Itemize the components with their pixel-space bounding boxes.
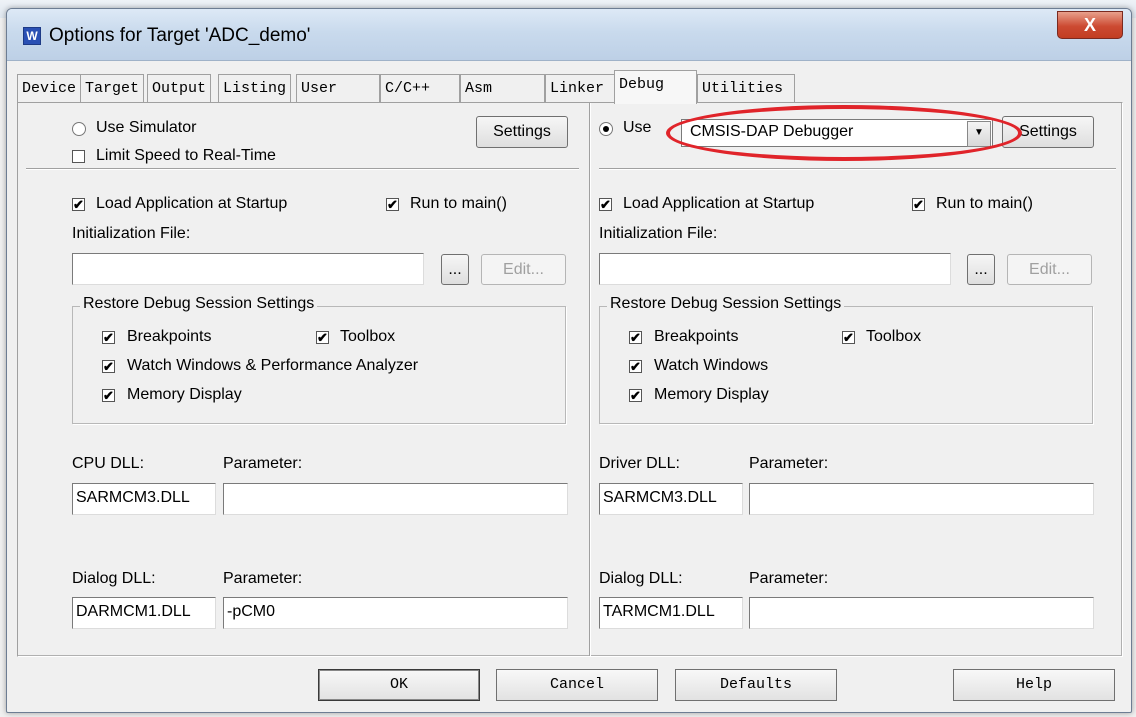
left-toolbox-checkbox[interactable]: ✔ — [316, 331, 329, 344]
driver-dll-input[interactable]: SARMCM3.DLL — [599, 483, 743, 515]
right-load-app-checkbox[interactable]: ✔ — [599, 198, 612, 211]
red-highlight-ellipse — [666, 105, 1022, 161]
vertical-divider — [589, 103, 591, 656]
right-memory-label: Memory Display — [654, 386, 769, 403]
left-restore-group-title: Restore Debug Session Settings — [80, 295, 318, 313]
right-edit-button[interactable]: Edit... — [1007, 254, 1092, 285]
tab-listing[interactable]: Listing — [218, 74, 292, 103]
left-memory-label: Memory Display — [127, 386, 242, 403]
driver-param-label: Parameter: — [749, 455, 829, 472]
right-breakpoints-label: Breakpoints — [654, 328, 739, 345]
left-load-app-label: Load Application at Startup — [96, 195, 288, 212]
debug-tab-panel: Use Simulator Settings Limit Speed to Re… — [17, 102, 1123, 657]
help-button[interactable]: Help — [953, 669, 1115, 701]
tab-output[interactable]: Output — [147, 74, 212, 103]
cpu-dll-label: CPU DLL: — [72, 455, 145, 472]
tab-linker[interactable]: Linker — [545, 74, 615, 103]
left-dialog-dll-input[interactable]: DARMCM1.DLL — [72, 597, 216, 629]
left-breakpoints-label: Breakpoints — [127, 328, 212, 345]
right-dialog-dll-label: Dialog DLL: — [599, 570, 683, 587]
cpu-param-input[interactable] — [223, 483, 568, 515]
right-run-to-main-label: Run to main() — [936, 195, 1033, 212]
tab-target[interactable]: Target — [80, 74, 145, 103]
left-dialog-param-input[interactable]: -pCM0 — [223, 597, 568, 629]
keil-app-icon: W — [23, 27, 41, 45]
right-watch-checkbox[interactable]: ✔ — [629, 360, 642, 373]
use-simulator-radio[interactable] — [72, 122, 86, 136]
ok-button[interactable]: OK — [318, 669, 480, 701]
dialog-title: Options for Target 'ADC_demo' — [49, 25, 311, 46]
use-debugger-radio[interactable] — [599, 122, 613, 136]
left-init-file-input[interactable] — [72, 253, 424, 285]
tab-asm[interactable]: Asm — [460, 74, 545, 103]
left-run-to-main-checkbox[interactable]: ✔ — [386, 198, 399, 211]
cancel-button[interactable]: Cancel — [496, 669, 658, 701]
limit-speed-label: Limit Speed to Real-Time — [96, 147, 276, 164]
defaults-button[interactable]: Defaults — [675, 669, 837, 701]
simulator-settings-button[interactable]: Settings — [476, 116, 568, 148]
right-restore-group-title: Restore Debug Session Settings — [607, 295, 845, 313]
use-debugger-label: Use — [623, 119, 652, 136]
left-dialog-param-label: Parameter: — [223, 570, 303, 587]
left-separator — [26, 168, 579, 170]
right-toolbox-checkbox[interactable]: ✔ — [842, 331, 855, 344]
right-dialog-param-input[interactable] — [749, 597, 1094, 629]
left-init-file-label: Initialization File: — [72, 225, 191, 242]
right-run-to-main-checkbox[interactable]: ✔ — [912, 198, 925, 211]
right-memory-checkbox[interactable]: ✔ — [629, 389, 642, 402]
right-init-file-input[interactable] — [599, 253, 951, 285]
left-edit-button[interactable]: Edit... — [481, 254, 566, 285]
driver-dll-label: Driver DLL: — [599, 455, 680, 472]
left-memory-checkbox[interactable]: ✔ — [102, 389, 115, 402]
tab-utilities[interactable]: Utilities — [697, 74, 795, 103]
use-simulator-label: Use Simulator — [96, 119, 197, 136]
right-breakpoints-checkbox[interactable]: ✔ — [629, 331, 642, 344]
tab-c-cpp[interactable]: C/C++ — [380, 74, 460, 103]
right-init-file-label: Initialization File: — [599, 225, 718, 242]
right-dialog-dll-input[interactable]: TARMCM1.DLL — [599, 597, 743, 629]
left-toolbox-label: Toolbox — [340, 328, 396, 345]
cpu-dll-input[interactable]: SARMCM3.DLL — [72, 483, 216, 515]
right-separator — [599, 168, 1116, 170]
driver-param-input[interactable] — [749, 483, 1094, 515]
left-dialog-dll-label: Dialog DLL: — [72, 570, 156, 587]
left-breakpoints-checkbox[interactable]: ✔ — [102, 331, 115, 344]
right-toolbox-label: Toolbox — [866, 328, 922, 345]
right-dialog-param-label: Parameter: — [749, 570, 829, 587]
right-browse-button[interactable]: ... — [967, 254, 995, 285]
options-dialog: W Options for Target 'ADC_demo' X Device… — [6, 8, 1132, 713]
right-load-app-label: Load Application at Startup — [623, 195, 815, 212]
left-browse-button[interactable]: ... — [441, 254, 469, 285]
left-watch-label: Watch Windows & Performance Analyzer — [127, 357, 419, 374]
limit-speed-checkbox[interactable] — [72, 150, 85, 163]
title-bar: W Options for Target 'ADC_demo' X — [7, 9, 1131, 61]
left-watch-checkbox[interactable]: ✔ — [102, 360, 115, 373]
cpu-param-label: Parameter: — [223, 455, 303, 472]
right-watch-label: Watch Windows — [654, 357, 769, 374]
tab-user[interactable]: User — [296, 74, 380, 103]
left-run-to-main-label: Run to main() — [410, 195, 507, 212]
tab-device[interactable]: Device — [17, 74, 82, 103]
tab-debug[interactable]: Debug — [614, 70, 697, 104]
left-load-app-checkbox[interactable]: ✔ — [72, 198, 85, 211]
close-button[interactable]: X — [1057, 11, 1123, 39]
